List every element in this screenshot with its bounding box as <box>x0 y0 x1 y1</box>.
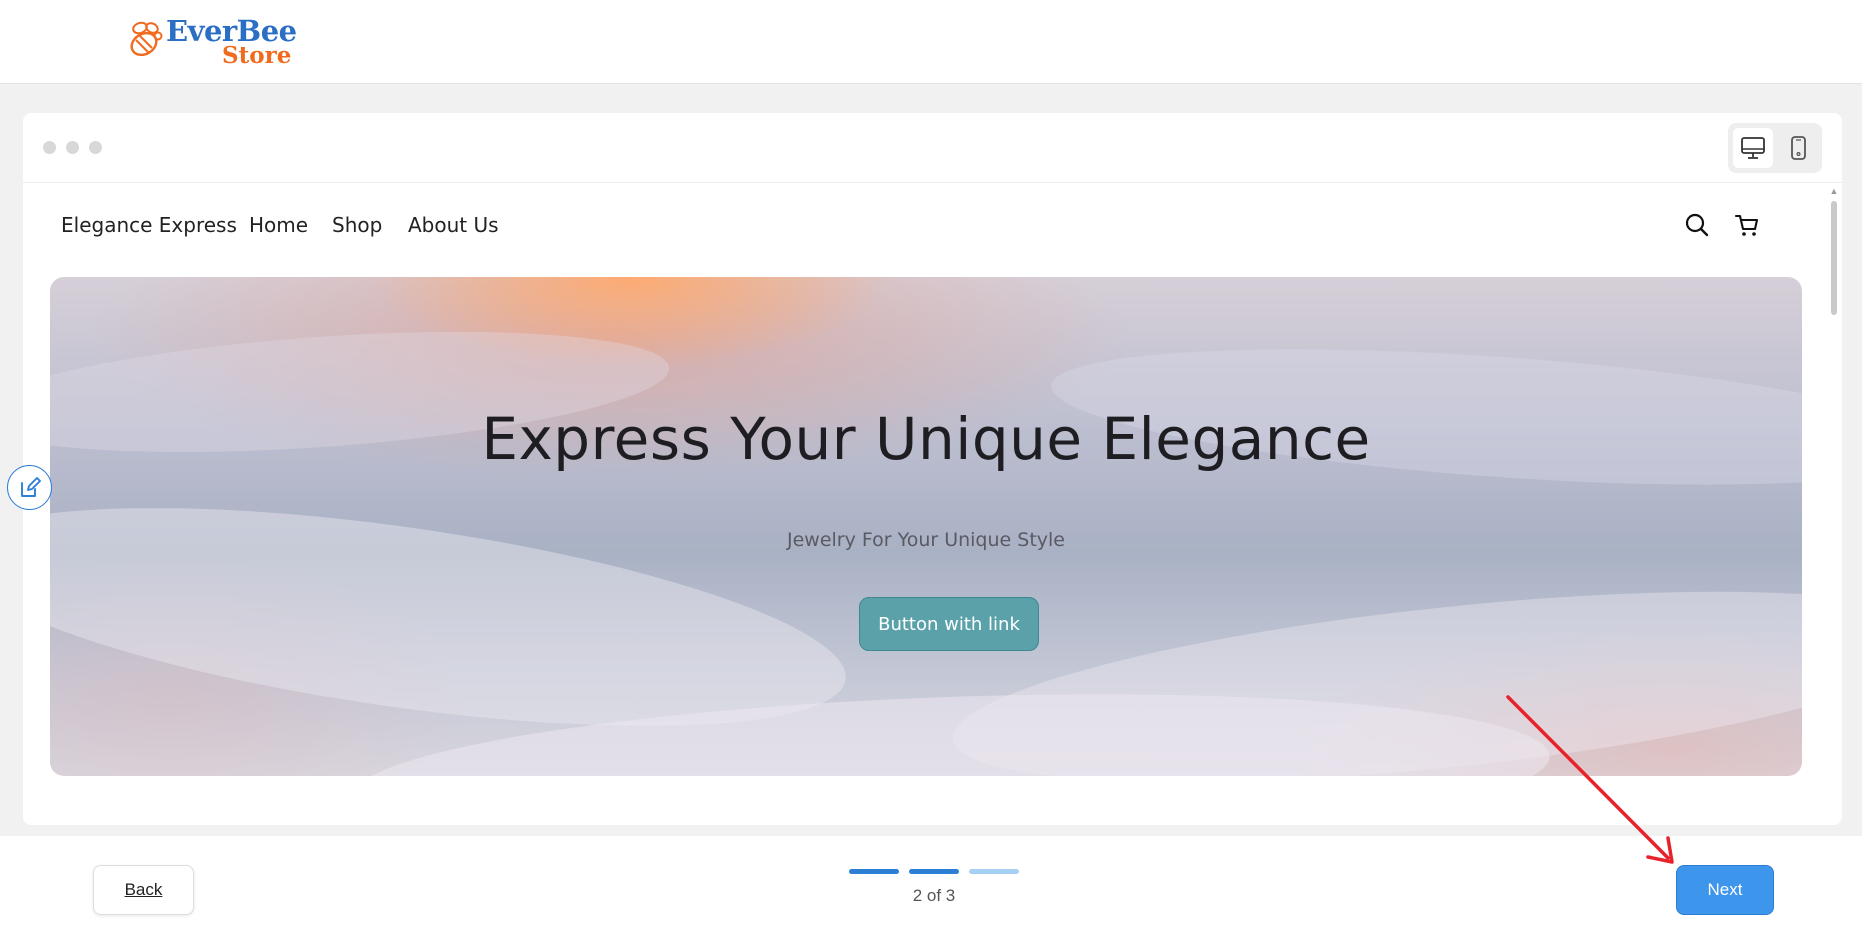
back-button[interactable]: Back <box>93 865 194 915</box>
cart-icon[interactable] <box>1733 211 1761 239</box>
progress-step-2 <box>909 869 959 874</box>
window-dot <box>89 141 102 154</box>
progress-step-1 <box>849 869 899 874</box>
hero-banner: Express Your Unique Elegance Jewelry For… <box>50 277 1802 776</box>
nav-about-link[interactable]: About Us <box>408 213 499 237</box>
next-button[interactable]: Next <box>1676 865 1774 915</box>
search-icon[interactable] <box>1683 211 1711 239</box>
nav-home-link[interactable]: Home <box>249 213 308 237</box>
nav-shop-link[interactable]: Shop <box>332 213 382 237</box>
window-bar <box>23 113 1842 183</box>
mobile-view-button[interactable] <box>1778 128 1818 168</box>
device-toggle <box>1728 123 1822 173</box>
hero-subtitle: Jewelry For Your Unique Style <box>786 529 1065 551</box>
scroll-up-arrow[interactable]: ▲ <box>1828 185 1840 197</box>
site-brand[interactable]: Elegance Express <box>61 213 237 237</box>
everbee-logo[interactable]: EverBee Store <box>122 14 297 70</box>
logo-word-store: Store <box>222 42 292 69</box>
desktop-view-button[interactable] <box>1733 128 1773 168</box>
bee-icon <box>130 21 163 57</box>
site-nav: Elegance Express Home Shop About Us <box>23 183 1833 273</box>
edit-icon <box>20 476 41 497</box>
hero-title: Express Your Unique Elegance <box>481 405 1371 473</box>
progress-step-3 <box>969 869 1019 874</box>
bottom-bar: Back 2 of 3 Next <box>0 836 1862 930</box>
desktop-icon <box>1741 137 1765 159</box>
hero-cta-button[interactable]: Button with link <box>859 597 1039 651</box>
edit-button[interactable] <box>7 465 52 510</box>
mobile-icon <box>1791 136 1806 160</box>
step-counter: 2 of 3 <box>912 886 956 905</box>
scrollbar-thumb[interactable] <box>1831 201 1837 315</box>
preview-card: Elegance Express Home Shop About Us ▲ Ex… <box>23 113 1842 825</box>
top-header: EverBee Store <box>0 0 1862 84</box>
window-dot <box>43 141 56 154</box>
window-dot <box>66 141 79 154</box>
